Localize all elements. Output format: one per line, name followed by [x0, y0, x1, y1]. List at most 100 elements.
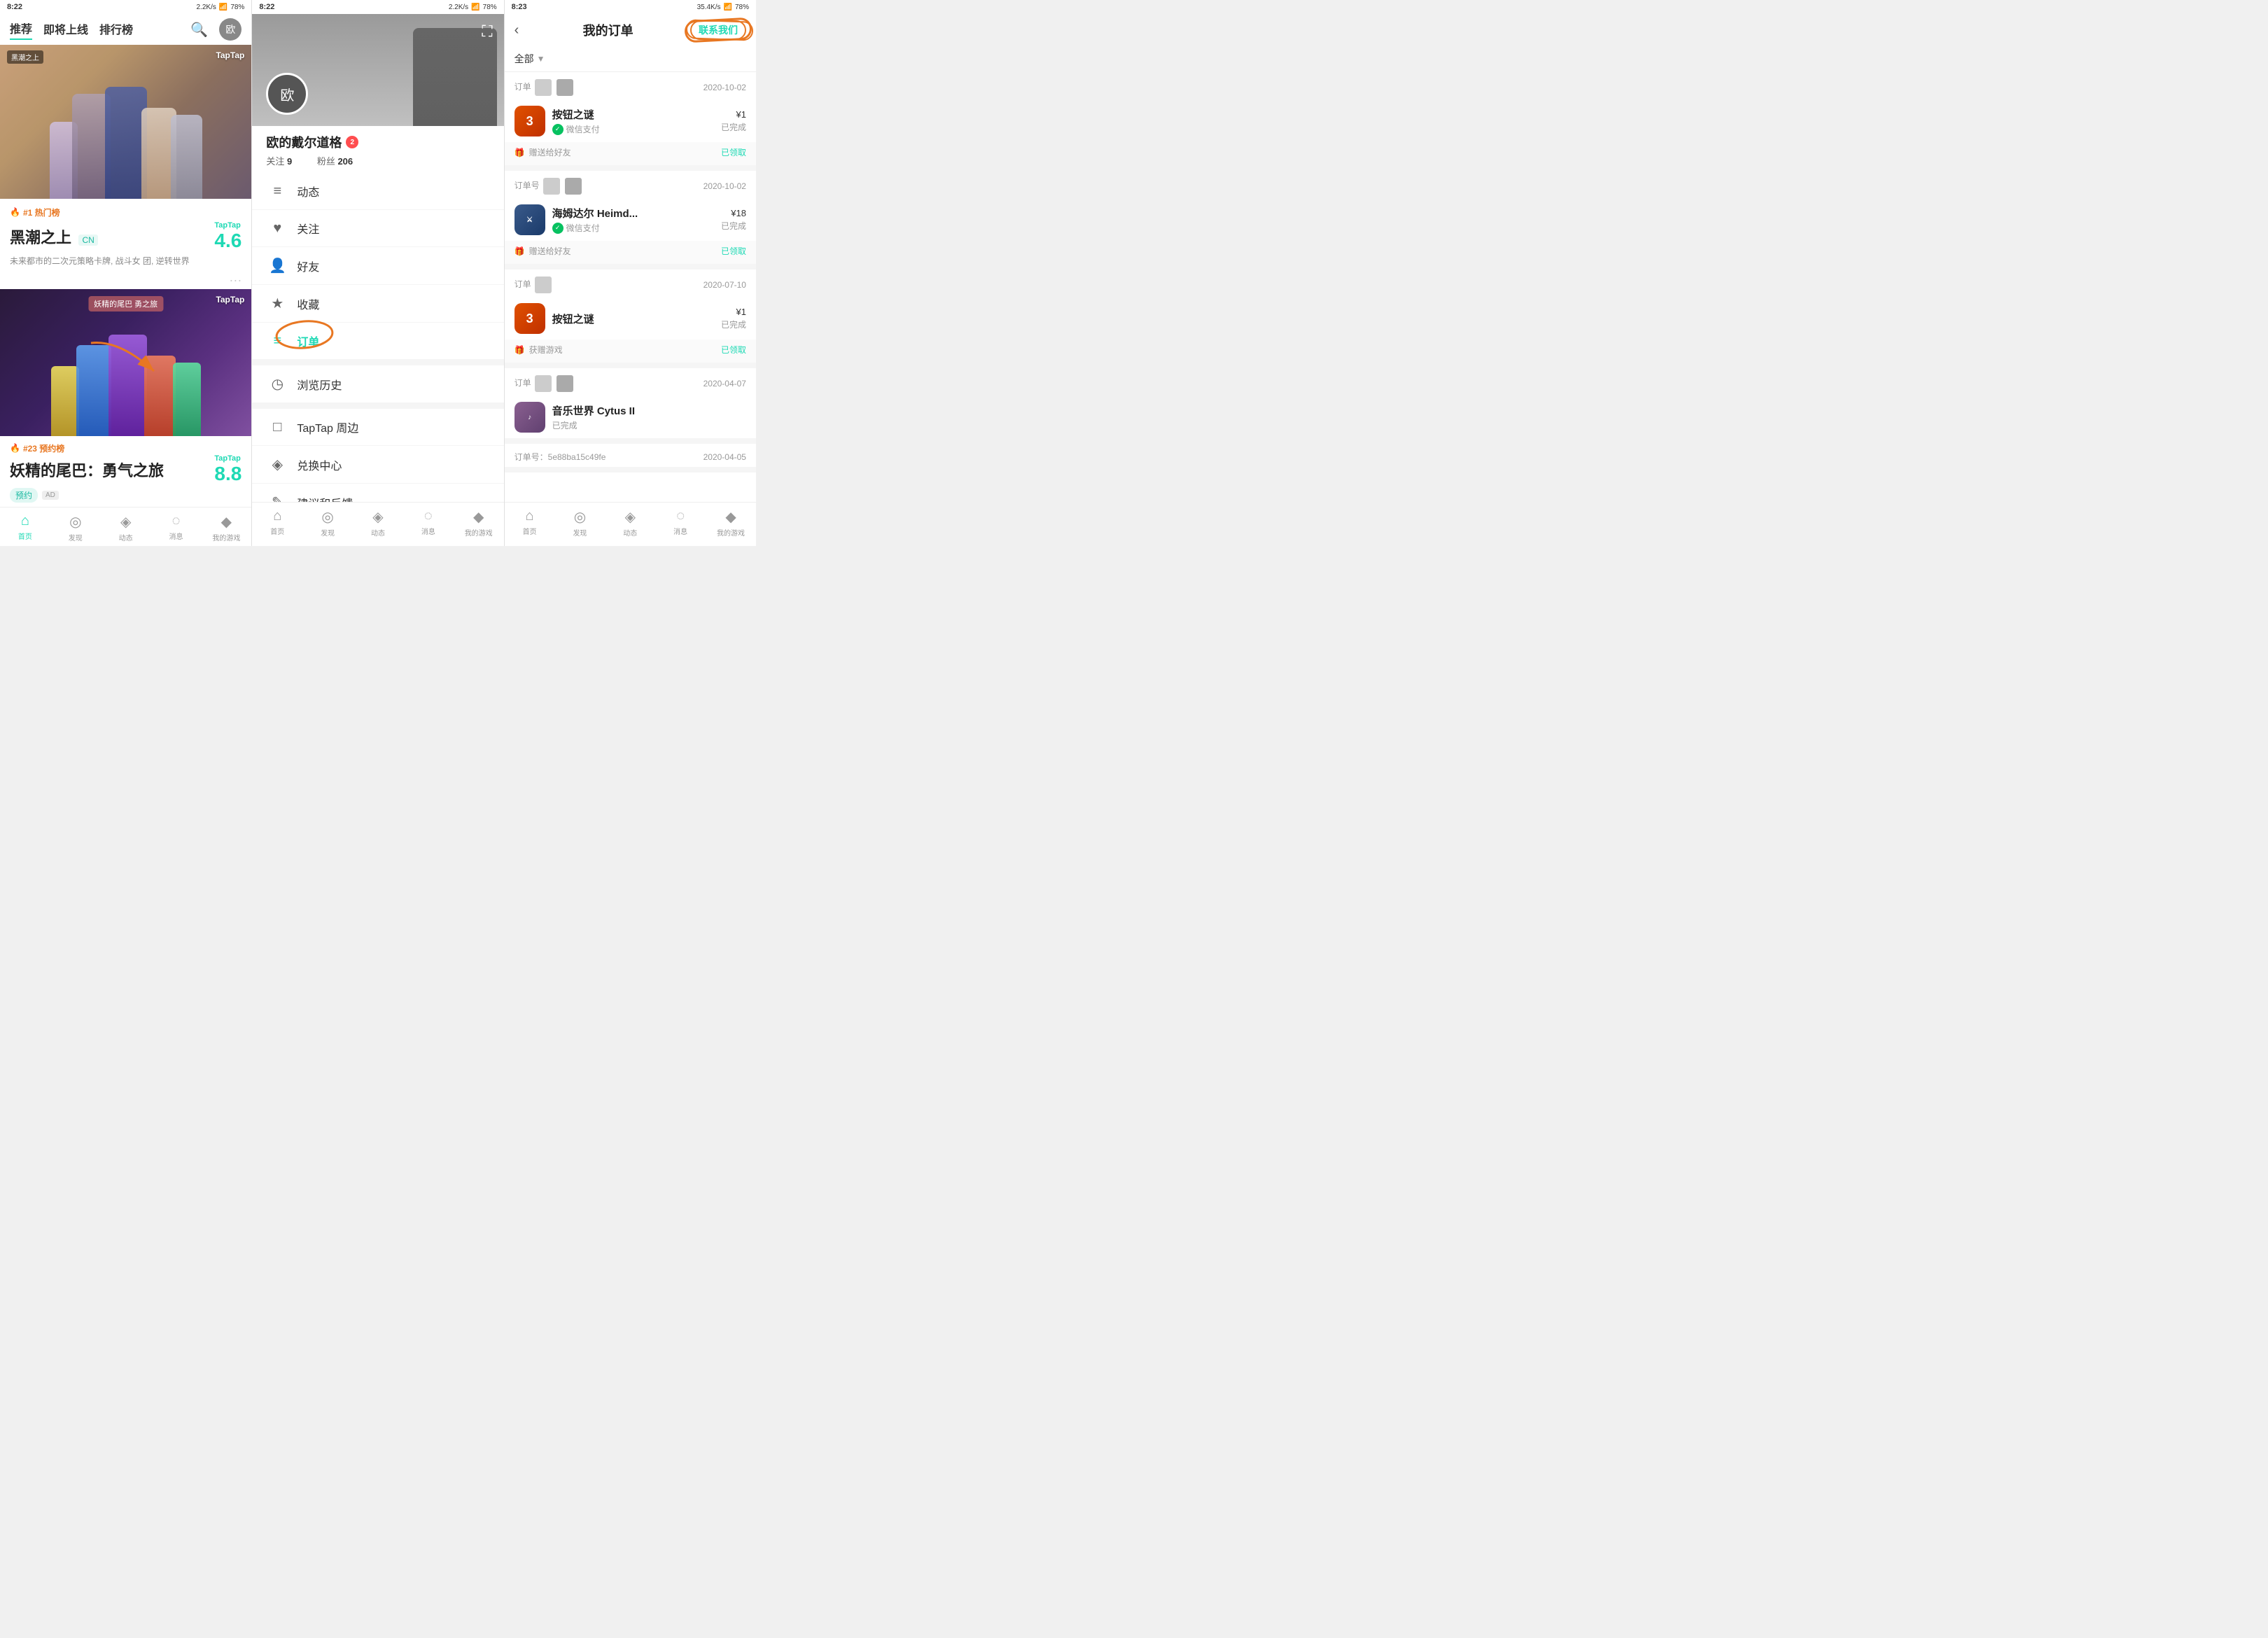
- nav-mygames-2[interactable]: ◆ 我的游戏: [454, 508, 504, 538]
- nav-messages-2[interactable]: ◌ 消息: [403, 508, 454, 538]
- nav-feed-3[interactable]: ◈ 动态: [605, 508, 655, 538]
- order-date-4: 2020-04-07: [704, 379, 746, 388]
- user-avatar[interactable]: 欧: [266, 73, 308, 115]
- order-filter[interactable]: 全部 ▼: [505, 46, 756, 72]
- order-price-3: ¥1: [721, 307, 746, 317]
- nav-feed-label-2: 动态: [371, 527, 385, 538]
- nav-messages-label-2: 消息: [421, 526, 435, 536]
- nav-feed-2[interactable]: ◈ 动态: [353, 508, 403, 538]
- message-badge: 2: [346, 136, 358, 148]
- nav-home-1[interactable]: ⌂ 首页: [0, 513, 50, 542]
- nav-messages-label-1: 消息: [169, 531, 183, 541]
- tab-upcoming[interactable]: 即将上线: [43, 20, 88, 39]
- banner2-figures: [0, 335, 251, 436]
- friends-menu-icon: 👤: [269, 257, 286, 274]
- nav-feed-1[interactable]: ◈ 动态: [101, 513, 151, 542]
- nav-home-2[interactable]: ⌂ 首页: [252, 508, 302, 538]
- orders-title: 我的订单: [526, 21, 690, 39]
- nav-mygames-1[interactable]: ◆ 我的游戏: [201, 513, 251, 542]
- feedback-menu-label: 建议和反馈: [297, 494, 353, 503]
- banner-figures: [0, 87, 251, 199]
- order-info-1: 按钮之谜 ✓ 微信支付: [552, 107, 714, 135]
- menu-item-exchange[interactable]: ◈ 兑换中心: [252, 446, 503, 484]
- order-thumb-1b: [556, 79, 573, 96]
- menu-item-merch[interactable]: □ TapTap 周边: [252, 409, 503, 446]
- game-icon-3: 3: [514, 303, 545, 334]
- menu-item-feed[interactable]: ≡ 动态: [252, 173, 503, 210]
- discover-icon-1: ◎: [69, 513, 81, 531]
- order-date-1: 2020-10-02: [704, 83, 746, 92]
- menu-item-feedback[interactable]: ✎ 建议和反馈: [252, 484, 503, 502]
- order-status-2: 已完成: [721, 220, 746, 232]
- nav-messages-1[interactable]: ◌ 消息: [151, 513, 202, 542]
- gift-icon-1: 🎁: [514, 148, 525, 158]
- tab-recommend[interactable]: 推荐: [10, 20, 32, 40]
- user-avatar-nav[interactable]: 欧: [219, 18, 241, 41]
- friends-menu-label: 好友: [297, 258, 319, 274]
- nav-discover-1[interactable]: ◎ 发现: [50, 513, 101, 542]
- panel-orders: 8:23 35.4K/s 📶 78% ‹ 我的订单 联系我们 全部 ▼ 订单: [504, 0, 756, 546]
- order-status-4: 已完成: [552, 419, 746, 431]
- nav-mygames-3[interactable]: ◆ 我的游戏: [706, 508, 756, 538]
- expand-icon[interactable]: ⛶: [482, 22, 492, 41]
- game2-title: 妖精的尾巴：勇气之旅: [10, 458, 164, 481]
- game-icon-text-4: ♪: [528, 414, 531, 421]
- orders-menu-label: 订单: [297, 332, 319, 349]
- nav-discover-label-2: 发现: [321, 527, 335, 538]
- mygames-icon-3: ◆: [725, 508, 736, 526]
- nav-discover-2[interactable]: ◎ 发现: [302, 508, 353, 538]
- gift-status-3: 已领取: [721, 344, 746, 356]
- nav-discover-label-1: 发现: [69, 532, 83, 542]
- tab-ranking[interactable]: 排行榜: [99, 20, 133, 39]
- gift-row-1: 🎁 赠送给好友 已领取: [505, 142, 756, 165]
- gift-icon-2: 🎁: [514, 246, 525, 256]
- more-dots-icon[interactable]: ···: [229, 273, 241, 288]
- game-icon-text-2: ⚔: [526, 216, 533, 224]
- search-icon[interactable]: 🔍: [190, 21, 208, 38]
- order-info-4: 音乐世界 Cytus II 已完成: [552, 403, 746, 431]
- order-header-4: 订单 2020-04-07: [505, 368, 756, 396]
- nav-messages-3[interactable]: ◌ 消息: [655, 508, 706, 538]
- menu-item-friends[interactable]: 👤 好友: [252, 247, 503, 285]
- menu-item-favorites[interactable]: ★ 收藏: [252, 285, 503, 323]
- network-speed-1: 2.2K/s: [197, 4, 216, 11]
- nav-discover-label-3: 发现: [573, 527, 587, 538]
- order-info-2: 海姆达尔 Heimd... ✓ 微信支付: [552, 206, 714, 234]
- mygames-icon-2: ◆: [473, 508, 484, 526]
- contact-us-wrap: 联系我们: [690, 23, 746, 37]
- feed-icon-2: ◈: [372, 508, 383, 526]
- nav-tabs: 推荐 即将上线 排行榜 🔍 欧: [0, 14, 251, 45]
- bottom-nav-2: ⌂ 首页 ◎ 发现 ◈ 动态 ◌ 消息 ◆ 我的游戏: [252, 502, 503, 546]
- order-group-2: 订单号 2020-10-02 ⚔ 海姆达尔 Heimd... ✓ 微信支付: [505, 171, 756, 270]
- yuyue-button[interactable]: 预约: [10, 488, 38, 503]
- back-button[interactable]: ‹: [514, 22, 519, 38]
- game1-more: ···: [0, 273, 251, 289]
- signal-icon-1: 📶: [219, 4, 227, 11]
- nav-feed-label-1: 动态: [119, 532, 133, 542]
- order-price-1: ¥1: [721, 109, 746, 120]
- menu-item-orders[interactable]: ≡ 订单: [252, 323, 503, 360]
- contact-us-button[interactable]: 联系我们: [690, 20, 746, 40]
- game1-title-row: 黑潮之上 CN TapTap 4.6: [10, 221, 241, 252]
- home-icon: ⌂: [21, 513, 29, 529]
- gift-label-2: 🎁 赠送给好友: [514, 245, 571, 257]
- profile-header: 欧 ⛶: [252, 14, 503, 126]
- game1-banner[interactable]: 黑潮之上 TapTap: [0, 45, 251, 199]
- status-bar-1: 8:22 2.2K/s 📶 78%: [0, 0, 251, 14]
- game2-yuyue-row: 预约 AD: [10, 488, 59, 503]
- orders-header: ‹ 我的订单 联系我们: [505, 14, 756, 46]
- game1-score-wrap: TapTap 4.6: [214, 221, 241, 252]
- order-group-1: 订单 2020-10-02 3 按钮之谜 ✓ 微信支付: [505, 72, 756, 171]
- followers-count: 206: [337, 156, 353, 167]
- nav-home-3[interactable]: ⌂ 首页: [505, 508, 555, 538]
- messages-icon-3: ◌: [676, 508, 685, 524]
- merch-menu-label: TapTap 周边: [297, 419, 358, 435]
- game2-banner[interactable]: 妖精的尾巴 勇之旅 TapTap: [0, 289, 251, 436]
- nav-messages-label-3: 消息: [673, 526, 687, 536]
- signal-icon-3: 📶: [724, 4, 732, 11]
- menu-item-following[interactable]: ♥ 关注: [252, 210, 503, 247]
- nav-discover-3[interactable]: ◎ 发现: [555, 508, 606, 538]
- menu-divider: [252, 360, 503, 365]
- menu-item-history[interactable]: ◷ 浏览历史: [252, 365, 503, 403]
- username-text: 欧的戴尔道格: [266, 133, 342, 151]
